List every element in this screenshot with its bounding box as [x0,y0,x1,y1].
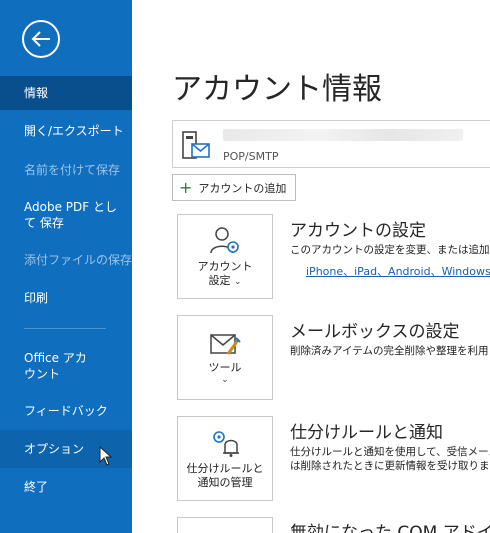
back-button[interactable] [22,20,60,58]
plus-icon: + [179,177,193,197]
com-addins-button[interactable] [177,517,273,533]
rules-alerts-description-line1: 仕分けルールと通知を使用して、受信メールを整理します。 [290,446,490,458]
account-address-redacted [223,129,463,141]
sidebar-item-label: 情報 [24,86,49,100]
tools-icon [210,334,241,355]
mailbox-icon [182,131,210,159]
sidebar-item-save-as-adobe-pdf[interactable]: Adobe PDF として 保存 [0,198,132,232]
account-settings-description: このアカウントの設定を変更、または追加の接続を設定します。 [290,244,490,256]
sidebar-item-label: 印刷 [24,291,49,305]
main-content: アカウント情報 POP/SMTP + アカウントの追加 アカウント 設定 ⌄ ア… [132,0,490,533]
sidebar-divider [24,328,106,329]
sidebar-item-label: 終了 [24,480,49,494]
account-settings-label: アカウント 設定 ⌄ [197,260,253,287]
sidebar-item-office-account[interactable]: Office アカウント [0,349,132,383]
page-title: アカウント情報 [172,72,382,107]
sidebar-item-label: フィードバック [24,404,108,418]
sidebar-item-label: Office アカウント [24,351,87,381]
rules-alerts-title: 仕分けルールと通知 [290,423,443,443]
tools-label: ツール ⌄ [208,361,242,385]
account-selector[interactable]: POP/SMTP [172,120,490,168]
chevron-down-icon: ⌄ [233,277,242,287]
account-settings-icon [210,227,239,254]
tools-button[interactable]: ツール ⌄ [177,315,273,400]
sidebar-item-print[interactable]: 印刷 [0,287,132,309]
add-account-button[interactable]: + アカウントの追加 [172,174,296,201]
mailbox-settings-description: 削除済みアイテムの完全削除や整理を利用して、メールボックスのサイズを管理します。 [290,345,490,357]
sidebar-item-label: オプション [24,442,85,456]
rules-alerts-icon [213,431,239,457]
sidebar-item-open-export[interactable]: 開く/エクスポート [0,120,132,142]
sidebar-item-save-attachments[interactable]: 添付ファイルの保存 [0,249,132,271]
outlook-mobile-link[interactable]: iPhone、iPad、Android、Windows 10 Mobile 用の… [306,263,490,279]
sidebar-item-label: Adobe PDF として 保存 [24,200,117,230]
sidebar-item-label: 添付ファイルの保存 [24,253,133,267]
arrow-left-icon [31,31,50,47]
sidebar-item-label: 開く/エクスポート [24,124,124,138]
add-account-label: アカウントの追加 [198,181,287,195]
chevron-down-icon: ⌄ [221,375,229,385]
sidebar-item-label: 名前を付けて保存 [24,163,121,177]
manage-rules-alerts-button[interactable]: 仕分けルールと 通知の管理 [177,416,273,501]
sidebar-item-info[interactable]: 情報 [0,76,132,110]
manage-rules-alerts-label: 仕分けルールと 通知の管理 [186,462,264,489]
outlook-mobile-link-row: iPhone、iPad、Android、Windows 10 Mobile 用の… [292,263,490,279]
sidebar-item-save-as[interactable]: 名前を付けて保存 [0,159,132,181]
sidebar-item-feedback[interactable]: フィードバック [0,400,132,422]
sidebar-item-exit[interactable]: 終了 [0,476,132,498]
rules-alerts-description-line2: は削除されたときに更新情報を受け取ります。 [290,460,490,472]
mailbox-settings-title: メールボックスの設定 [290,322,460,342]
mouse-cursor-icon [99,446,113,466]
disabled-com-addins-title: 無効になった COM アドイン [290,523,490,533]
account-type: POP/SMTP [223,150,279,163]
backstage-sidebar: 情報 開く/エクスポート 名前を付けて保存 Adobe PDF として 保存 添… [0,0,132,533]
account-settings-button[interactable]: アカウント 設定 ⌄ [177,214,273,299]
account-settings-title: アカウントの設定 [290,221,426,241]
